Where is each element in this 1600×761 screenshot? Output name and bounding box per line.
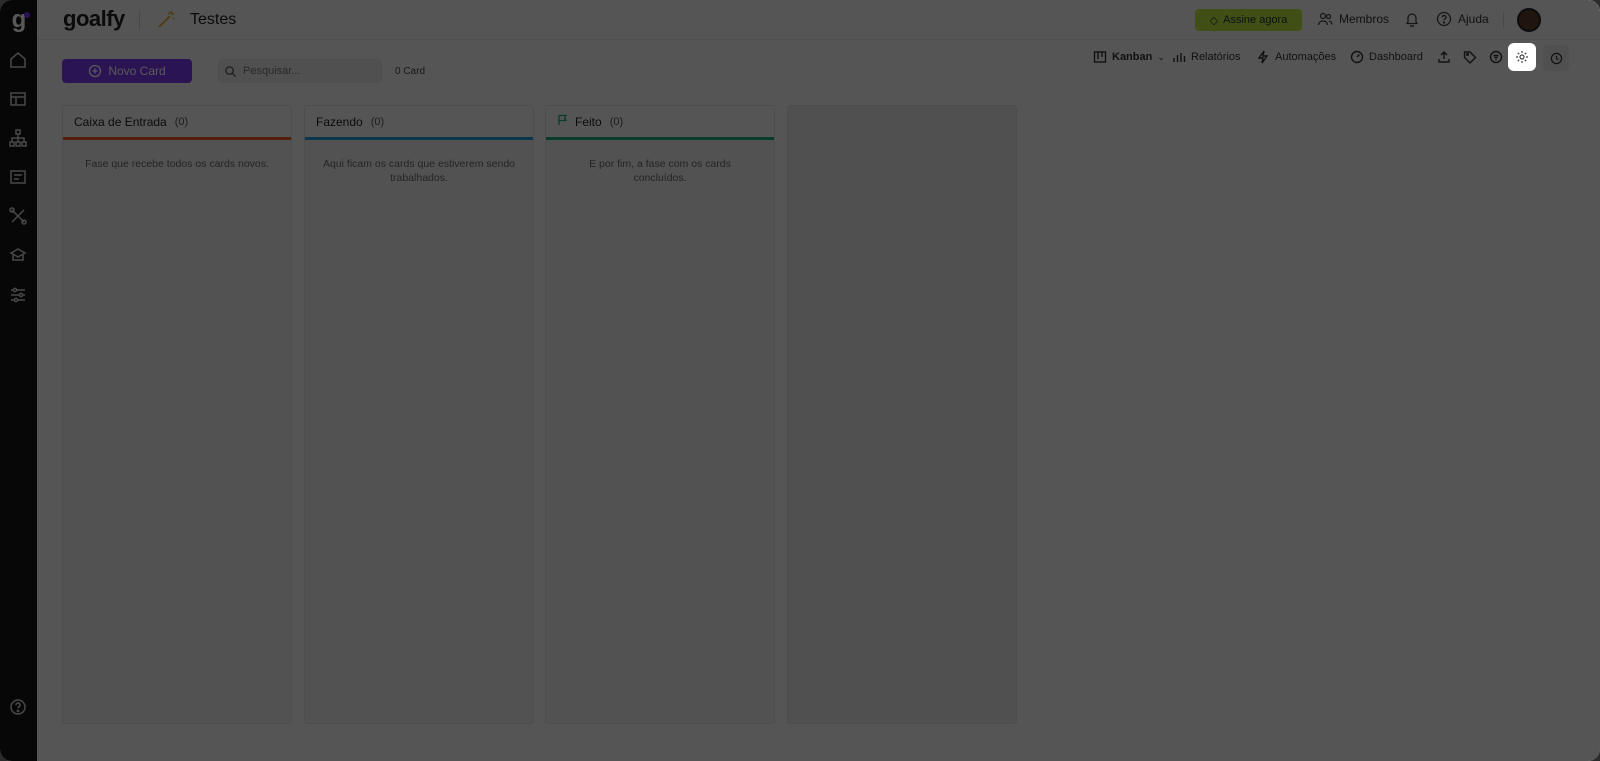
top-header: goalfy Testes ◇ Assine agora Membros Aju… <box>37 0 1600 40</box>
column-inbox: Caixa de Entrada (0) Fase que recebe tod… <box>62 105 292 724</box>
column-title: Feito <box>575 114 602 129</box>
boards-icon[interactable] <box>8 89 28 109</box>
help-button[interactable]: Ajuda <box>1436 11 1489 27</box>
settings-button[interactable] <box>1508 43 1536 71</box>
column-title: Fazendo <box>316 114 363 129</box>
diamond-icon: ◇ <box>1209 14 1219 27</box>
new-card-label: Novo Card <box>108 64 166 78</box>
tags-button[interactable] <box>1463 50 1477 64</box>
header-divider-right <box>1503 12 1504 28</box>
search-input[interactable] <box>243 65 373 77</box>
members-button[interactable]: Membros <box>1317 11 1389 27</box>
dashboard-button[interactable]: Dashboard <box>1350 50 1423 64</box>
card-count: 0 Card <box>395 66 426 77</box>
reports-label: Relatórios <box>1191 51 1241 63</box>
column-title: Caixa de Entrada <box>74 114 167 129</box>
sidebar: g <box>0 0 37 761</box>
dashboard-icon <box>1350 50 1364 64</box>
templates-icon[interactable] <box>8 245 28 265</box>
dashboard-label: Dashboard <box>1369 51 1423 63</box>
search-icon <box>225 65 237 77</box>
help-icon <box>1436 11 1452 27</box>
view-selector[interactable]: Kanban ⌄ <box>1093 50 1165 64</box>
clock-icon <box>1550 52 1562 64</box>
new-card-button[interactable]: Novo Card <box>62 59 192 83</box>
forms-icon[interactable] <box>8 167 28 187</box>
column-header[interactable]: Feito (0) <box>546 106 774 140</box>
help-label: Ajuda <box>1458 12 1489 26</box>
view-label: Kanban <box>1112 51 1153 63</box>
column-done: Feito (0) E por fim, a fase com os cards… <box>545 105 775 724</box>
header-divider <box>139 12 140 30</box>
members-label: Membros <box>1339 12 1390 26</box>
bar-chart-icon <box>1173 53 1186 62</box>
sliders-icon[interactable] <box>8 285 28 305</box>
user-avatar[interactable] <box>1517 8 1541 32</box>
chevron-down-icon: ⌄ <box>1157 51 1165 62</box>
filter-icon <box>1489 50 1503 64</box>
tag-icon <box>1463 51 1477 64</box>
column-header[interactable]: Fazendo (0) <box>305 106 533 140</box>
lightning-icon <box>1257 50 1269 64</box>
column-count: (0) <box>609 115 624 128</box>
brand-logo[interactable]: goalfy <box>63 6 125 32</box>
bell-icon <box>1405 13 1419 27</box>
column-doing: Fazendo (0) Aqui ficam os cards que esti… <box>304 105 534 724</box>
plus-circle-icon <box>89 64 102 78</box>
notifications-button[interactable] <box>1404 11 1420 27</box>
org-chart-icon[interactable] <box>8 128 28 148</box>
automations-label: Automações <box>1275 51 1337 63</box>
goalfy-logo-icon[interactable]: g <box>6 8 32 34</box>
filter-button[interactable] <box>1489 50 1503 64</box>
subscribe-button[interactable]: ◇ Assine agora <box>1195 9 1302 31</box>
flag-icon <box>557 113 569 131</box>
reports-button[interactable]: Relatórios <box>1172 50 1241 64</box>
search-box <box>218 59 382 83</box>
column-description: E por fim, a fase com os cards concluído… <box>589 158 731 184</box>
history-button[interactable] <box>1543 45 1569 71</box>
automations-button[interactable]: Automações <box>1256 50 1336 64</box>
column-count: (0) <box>174 115 189 128</box>
column-count: (0) <box>370 115 385 128</box>
upload-icon <box>1438 51 1450 63</box>
help-circle-icon[interactable] <box>8 697 28 717</box>
app-window: g goalfy Testes ◇ Assine agora Membros A… <box>0 0 1600 761</box>
home-icon[interactable] <box>8 50 28 70</box>
column-description: Aqui ficam os cards que estiverem sendo … <box>322 158 515 184</box>
magic-wand-icon <box>155 9 177 31</box>
column-header[interactable]: Caixa de Entrada (0) <box>63 106 291 140</box>
column-description: Fase que recebe todos os cards novos. <box>85 158 269 170</box>
subscribe-label: Assine agora <box>1223 14 1288 26</box>
board-title[interactable]: Testes <box>190 11 236 29</box>
export-button[interactable] <box>1437 50 1451 64</box>
users-icon <box>1317 12 1333 26</box>
kanban-icon <box>1093 51 1107 63</box>
tools-icon[interactable] <box>8 206 28 226</box>
gear-icon <box>1516 51 1528 63</box>
add-column-placeholder[interactable] <box>787 105 1017 724</box>
